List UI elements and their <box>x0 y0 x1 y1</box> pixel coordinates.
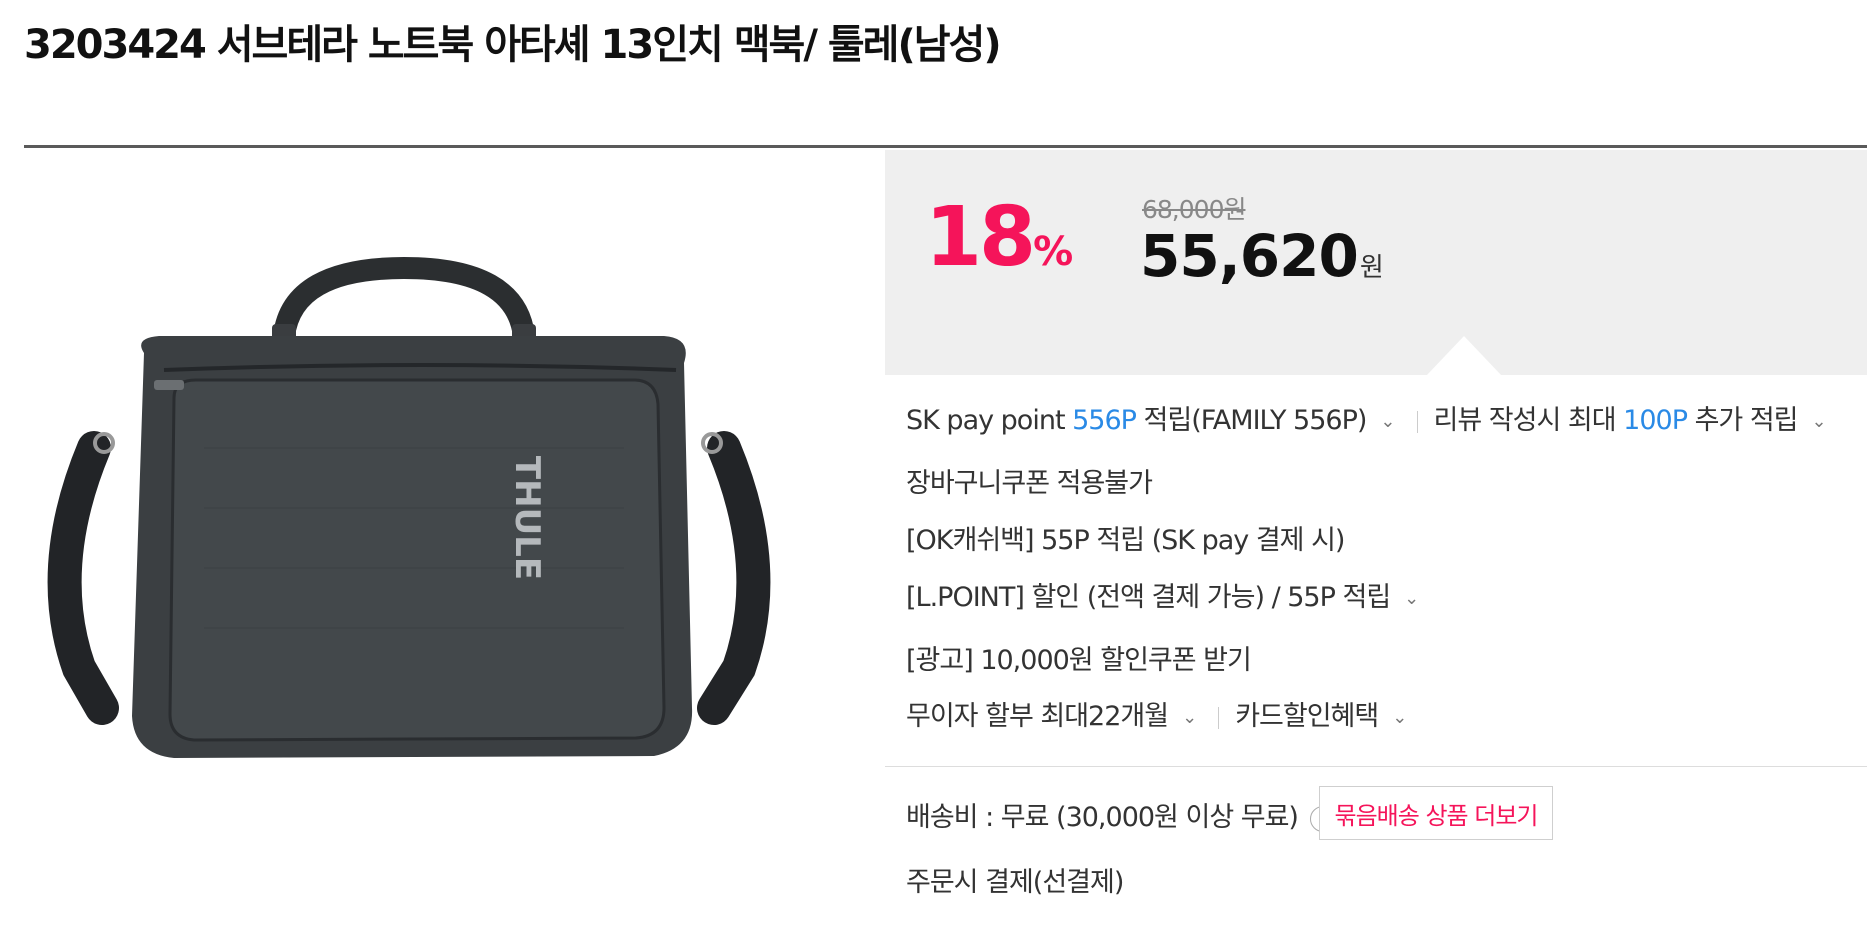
chevron-down-icon[interactable]: ⌄ <box>1380 411 1395 432</box>
original-price: 68,000원 <box>1142 195 1246 224</box>
sk-pay-point[interactable]: SK pay point 556P 적립(FAMILY 556P) ⌄ <box>906 405 1396 436</box>
cart-coupon-note: 장바구니쿠폰 적용불가 <box>906 468 1153 499</box>
review-suffix: 추가 적립 <box>1686 405 1799 436</box>
okcashbag-point: [OK캐쉬백] 55P 적립 (SK pay 결제 시) <box>906 525 1345 556</box>
front-pocket <box>168 378 666 742</box>
sk-pay-suffix: 적립(FAMILY 556P) <box>1135 405 1368 436</box>
product-image[interactable]: THULE <box>24 148 824 930</box>
installment-toggle[interactable]: 무이자 할부 최대22개월 ⌄ <box>906 701 1197 732</box>
discount-unit: % <box>1033 229 1074 275</box>
sk-pay-points: 556P <box>1072 405 1137 436</box>
sale-price-unit: 원 <box>1359 253 1384 283</box>
sk-pay-prefix: SK pay point <box>906 405 1073 436</box>
sale-price: 55,620원 <box>1140 222 1384 290</box>
sale-price-number: 55,620 <box>1140 222 1359 290</box>
shipping-fee-row: 배송비 : 무료 (30,000원 이상 무료)? <box>906 795 1336 834</box>
card-discount-text: 카드할인혜택 <box>1235 701 1379 732</box>
svg-text:THULE: THULE <box>507 456 547 580</box>
discount-number: 18 <box>925 190 1036 285</box>
review-points: 100P <box>1623 405 1688 436</box>
review-point[interactable]: 리뷰 작성시 최대 100P 추가 적립 ⌄ <box>1433 405 1827 436</box>
bag-handle <box>273 256 535 347</box>
payment-method: 주문시 결제(선결제) <box>906 867 1124 898</box>
section-divider <box>885 766 1867 767</box>
discount-rate: 18% <box>925 190 1073 285</box>
ad-coupon-link[interactable]: [광고] 10,000원 할인쿠폰 받기 <box>906 638 1252 677</box>
shoulder-strap-right <box>697 431 771 725</box>
installment-text: 무이자 할부 최대22개월 <box>906 701 1169 732</box>
points-row: SK pay point 556P 적립(FAMILY 556P) ⌄ 리뷰 작성시… <box>906 398 1827 437</box>
price-box-notch <box>1426 336 1502 376</box>
product-title: 3203424 서브테라 노트북 아타셰 13인치 맥북/ 툴레(남성) <box>24 22 1002 68</box>
chevron-down-icon[interactable]: ⌄ <box>1812 411 1827 432</box>
shoulder-strap-left <box>47 431 119 725</box>
chevron-down-icon[interactable]: ⌄ <box>1392 707 1407 728</box>
lpoint-text: [L.POINT] 할인 (전액 결제 가능) / 55P 적립 <box>906 582 1391 613</box>
divider <box>1416 410 1418 433</box>
payment-benefits-row: 무이자 할부 최대22개월 ⌄ 카드할인혜택 ⌄ <box>906 694 1407 733</box>
chevron-down-icon[interactable]: ⌄ <box>1182 707 1197 728</box>
card-discount-toggle[interactable]: 카드할인혜택 ⌄ <box>1235 701 1407 732</box>
chevron-down-icon[interactable]: ⌄ <box>1404 588 1419 609</box>
laptop-bag-image: THULE <box>47 256 771 758</box>
shipping-fee: 배송비 : 무료 (30,000원 이상 무료) <box>906 802 1299 833</box>
divider <box>1218 706 1220 729</box>
bundle-shipping-button[interactable]: 묶음배송 상품 더보기 <box>1319 786 1553 840</box>
review-prefix: 리뷰 작성시 최대 <box>1433 405 1624 436</box>
lpoint-row[interactable]: [L.POINT] 할인 (전액 결제 가능) / 55P 적립 ⌄ <box>906 575 1419 614</box>
